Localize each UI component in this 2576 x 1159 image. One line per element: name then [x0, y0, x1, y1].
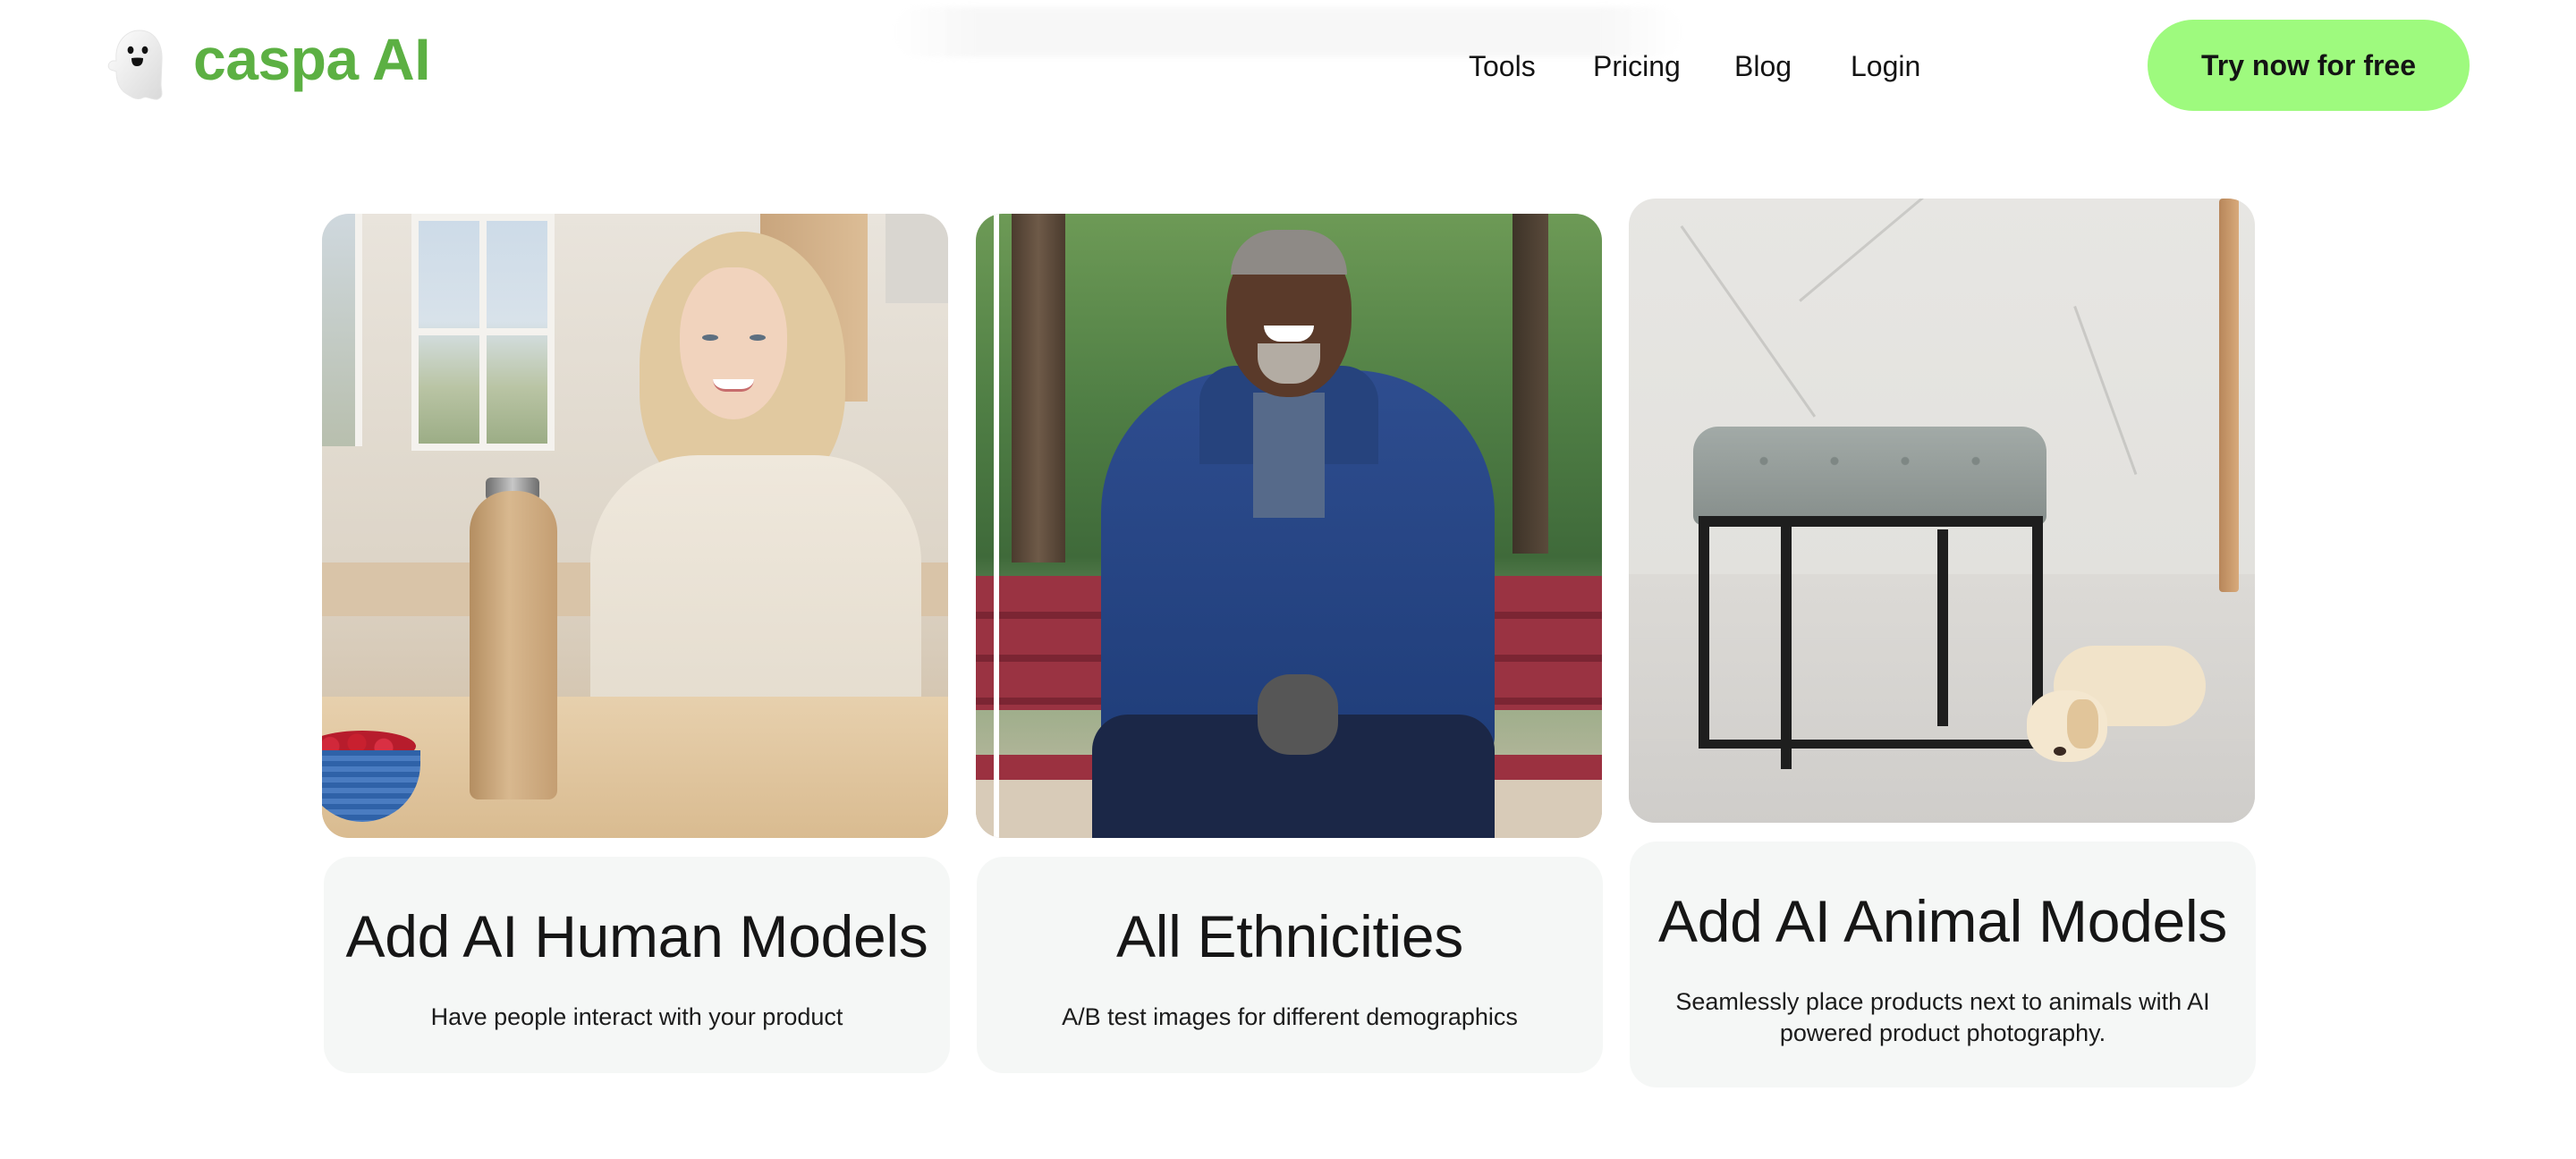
nav-pricing[interactable]: Pricing: [1593, 47, 1681, 86]
human-models-card: Add AI Human Models Have people interact…: [324, 857, 950, 1073]
ghost-icon: [107, 30, 163, 100]
card-description: Seamlessly place products next to animal…: [1675, 987, 2210, 1046]
human-models-image: [322, 214, 948, 838]
wooden-chair-leg: [2219, 199, 2239, 592]
card-title: Add AI Animal Models: [1657, 888, 2228, 954]
card-title: All Ethnicities: [1116, 903, 1463, 969]
faded-announcement-banner: [894, 7, 1682, 57]
woman-face: [680, 267, 787, 419]
tree-trunk: [1513, 214, 1548, 554]
eye: [750, 334, 766, 341]
animal-models-card: Add AI Animal Models Seamlessly place pr…: [1630, 842, 2256, 1087]
ottoman-leg: [1699, 520, 1709, 749]
puppy-ear: [2067, 699, 2098, 749]
gloved-hands: [1258, 674, 1338, 755]
card-title: Add AI Human Models: [345, 903, 928, 969]
logo-link[interactable]: [106, 29, 168, 102]
shirt: [1253, 393, 1325, 518]
nav-tools[interactable]: Tools: [1469, 47, 1536, 86]
nav-login[interactable]: Login: [1851, 47, 1920, 86]
comparison-divider[interactable]: [994, 214, 999, 838]
ottoman-leg: [1781, 520, 1792, 769]
eye: [702, 334, 718, 341]
card-description: A/B test images for different demographi…: [1062, 1002, 1518, 1030]
ottoman-frame: [1699, 516, 2043, 527]
tufted-ottoman-cushion: [1693, 427, 2046, 525]
try-now-button[interactable]: Try now for free: [2148, 20, 2470, 111]
smile: [713, 379, 754, 392]
range-hood: [886, 214, 948, 303]
ottoman-leg: [1937, 529, 1948, 726]
card-description: Have people interact with your product: [430, 1002, 843, 1030]
nav-blog[interactable]: Blog: [1734, 47, 1792, 86]
wooden-water-bottle: [470, 491, 557, 799]
logo-text[interactable]: caspa AI: [193, 27, 431, 92]
puppy-nose: [2054, 747, 2066, 756]
tree-trunk: [1012, 214, 1065, 563]
puppy: [2027, 628, 2206, 771]
animal-models-image: [1629, 199, 2255, 823]
side-window: [322, 214, 362, 446]
ethnicities-card: All Ethnicities A/B test images for diff…: [977, 857, 1603, 1073]
window-mullion: [411, 328, 555, 335]
site-header: caspa AI Tools Pricing Blog Login Try no…: [0, 0, 2576, 134]
ethnicities-image: [976, 214, 1602, 838]
ottoman-frame: [1699, 740, 2043, 749]
